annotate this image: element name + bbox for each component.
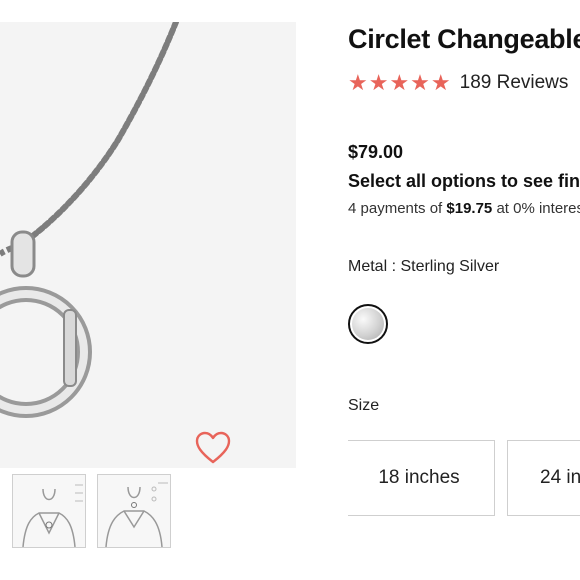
product-main-image[interactable] xyxy=(0,22,296,468)
installment-prefix: 4 payments of xyxy=(348,200,447,217)
product-title: Circlet Changeable Charm Necklace xyxy=(348,24,580,54)
star-rating-icon: ★★★★★ xyxy=(348,70,452,95)
size-option-24-inches[interactable]: 24 inches xyxy=(507,440,580,516)
metal-option-label: Metal : Sterling Silver xyxy=(348,258,500,275)
model-sketch-icon xyxy=(22,484,83,547)
size-option-label: Size xyxy=(348,397,380,414)
thumbnail-strip xyxy=(0,474,296,550)
necklace-photo xyxy=(0,22,179,418)
installment-info: 4 payments of $19.75 at 0% interest xyxy=(348,200,580,217)
thumbnail-image-1[interactable] xyxy=(12,474,86,548)
installment-suffix: at 0% interest xyxy=(492,200,580,217)
silver-swatch-icon xyxy=(352,308,384,340)
installment-amount: $19.75 xyxy=(446,200,493,217)
model-sketch-icon xyxy=(105,482,168,547)
select-options-prompt: Select all options to see final price xyxy=(348,171,580,191)
size-option-18-inches[interactable]: 18 inches xyxy=(348,440,495,516)
metal-swatch-sterling-silver[interactable] xyxy=(348,304,388,344)
reviews-link[interactable]: 189 Reviews xyxy=(460,72,569,94)
product-rating[interactable]: ★★★★★ 189 Reviews xyxy=(348,72,568,94)
product-info-panel: Circlet Changeable Charm Necklace ★★★★★ … xyxy=(348,0,580,580)
heart-outline-icon[interactable] xyxy=(194,430,232,466)
product-price: $79.00 xyxy=(348,142,404,162)
thumbnail-image-2[interactable] xyxy=(97,474,171,548)
